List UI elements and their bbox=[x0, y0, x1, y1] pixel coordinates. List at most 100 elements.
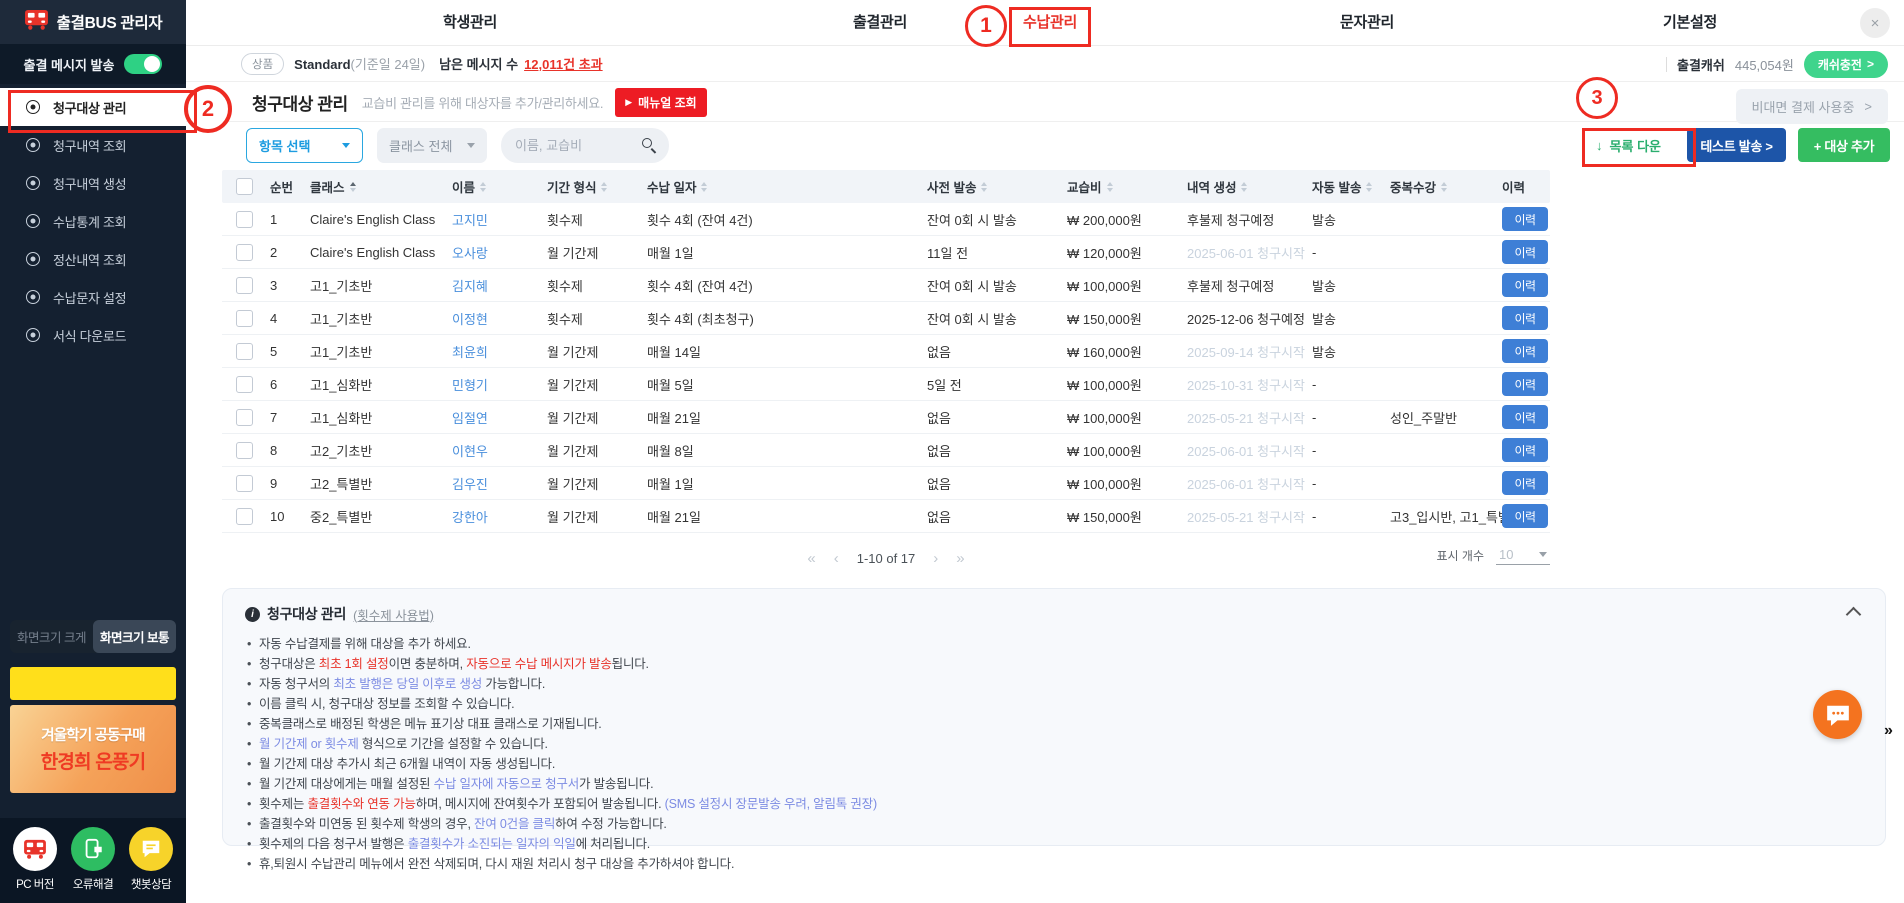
sort-arrows-icon[interactable] bbox=[1366, 182, 1372, 192]
history-button[interactable]: 이력 bbox=[1502, 207, 1548, 231]
info-title-row: i 청구대상 관리 (횟수제 사용법) bbox=[245, 604, 1863, 624]
table-row: 3고1_기초반김지혜횟수제횟수 4회 (잔여 4건)잔여 0회 시 발송₩ 10… bbox=[222, 269, 1550, 302]
col-header-label[interactable]: 자동 발송 bbox=[1312, 177, 1361, 196]
close-icon[interactable]: × bbox=[1860, 8, 1890, 38]
footer-item-bot[interactable]: 챗봇상담 bbox=[128, 827, 174, 903]
phone-error-icon bbox=[71, 827, 115, 871]
cell-value[interactable]: 임절연 bbox=[452, 408, 488, 427]
cell-value[interactable]: 김우진 bbox=[452, 474, 488, 493]
history-button[interactable]: 이력 bbox=[1502, 273, 1548, 297]
cell-gen: 2025-10-31 청구시작 bbox=[1187, 375, 1312, 394]
cell-value[interactable]: 강한아 bbox=[452, 507, 488, 526]
corner-collapse-icon[interactable]: » bbox=[1884, 722, 1893, 740]
sidebar-item-settlement[interactable]: 정산내역 조회 bbox=[0, 240, 186, 278]
select-all-checkbox[interactable] bbox=[236, 178, 253, 195]
chevron-down-icon bbox=[1539, 552, 1547, 557]
row-checkbox[interactable] bbox=[236, 211, 253, 228]
last-page-icon[interactable]: » bbox=[956, 551, 964, 566]
list-download-button[interactable]: ↓목록 다운 bbox=[1582, 128, 1675, 162]
search-icon[interactable] bbox=[642, 138, 657, 153]
col-header-label[interactable]: 내역 생성 bbox=[1187, 177, 1236, 196]
col-header-label[interactable]: 중복수강 bbox=[1390, 177, 1436, 196]
sidebar-item-payment-sms[interactable]: 수납문자 설정 bbox=[0, 278, 186, 316]
footer-item-pc[interactable]: PC 버전 bbox=[12, 827, 58, 903]
cash-charge-button[interactable]: 캐쉬충전> bbox=[1804, 51, 1888, 78]
row-checkbox[interactable] bbox=[236, 376, 253, 393]
first-page-icon[interactable]: « bbox=[807, 551, 815, 566]
cell-gen: 2025-06-01 청구시작 bbox=[1187, 441, 1312, 460]
row-checkbox[interactable] bbox=[236, 442, 253, 459]
chevron-down-icon bbox=[342, 143, 350, 148]
row-checkbox[interactable] bbox=[236, 277, 253, 294]
screen-size-large-button[interactable]: 화면크기 크게 bbox=[10, 620, 93, 653]
col-header-label[interactable]: 클래스 bbox=[310, 177, 345, 196]
col-header-label[interactable]: 교습비 bbox=[1067, 177, 1102, 196]
sort-arrows-icon[interactable] bbox=[601, 182, 607, 192]
col-header-label[interactable]: 기간 형식 bbox=[547, 177, 596, 196]
history-button[interactable]: 이력 bbox=[1502, 504, 1548, 528]
tab-attendance[interactable]: 출결관리 bbox=[853, 0, 907, 45]
cell-value[interactable]: 민형기 bbox=[452, 375, 488, 394]
row-checkbox[interactable] bbox=[236, 343, 253, 360]
cell-hist: 이력 bbox=[1502, 405, 1550, 429]
cell-value[interactable]: 오사랑 bbox=[452, 243, 488, 262]
next-page-icon[interactable]: › bbox=[933, 551, 938, 566]
cell-hist: 이력 bbox=[1502, 273, 1550, 297]
row-checkbox[interactable] bbox=[236, 310, 253, 327]
history-button[interactable]: 이력 bbox=[1502, 471, 1548, 495]
tab-payment[interactable]: 수납관리 bbox=[1023, 0, 1077, 45]
col-header-label[interactable]: 이름 bbox=[452, 177, 475, 196]
yellow-banner[interactable] bbox=[10, 667, 176, 700]
sort-arrows-icon[interactable] bbox=[1441, 182, 1447, 192]
tab-sms[interactable]: 문자관리 bbox=[1340, 0, 1394, 45]
remaining-message-value[interactable]: 12,011건 초과 bbox=[524, 54, 603, 73]
sidebar-item-billing-create[interactable]: 청구내역 생성 bbox=[0, 164, 186, 202]
field-select-dropdown[interactable]: 항목 선택 bbox=[246, 128, 363, 163]
sort-arrows-icon[interactable] bbox=[1107, 182, 1113, 192]
tab-students[interactable]: 학생관리 bbox=[443, 0, 497, 45]
cell-value[interactable]: 고지민 bbox=[452, 210, 488, 229]
history-button[interactable]: 이력 bbox=[1502, 240, 1548, 264]
row-checkbox[interactable] bbox=[236, 409, 253, 426]
history-button[interactable]: 이력 bbox=[1502, 339, 1548, 363]
manual-button[interactable]: ▶매뉴얼 조회 bbox=[615, 88, 706, 117]
chat-fab-button[interactable] bbox=[1813, 690, 1862, 739]
prev-page-icon[interactable]: ‹ bbox=[834, 551, 839, 566]
usage-guide-link[interactable]: (횟수제 사용법) bbox=[353, 605, 434, 624]
col-header-label[interactable]: 수납 일자 bbox=[647, 177, 696, 196]
sidebar-item-billing-history[interactable]: 청구내역 조회 bbox=[0, 126, 186, 164]
sort-arrows-icon[interactable] bbox=[981, 182, 987, 192]
sidebar-item-billing-targets[interactable]: 청구대상 관리 bbox=[0, 88, 186, 126]
message-send-toggle[interactable] bbox=[124, 54, 162, 74]
cell-value[interactable]: 김지혜 bbox=[452, 276, 488, 295]
sort-arrows-icon[interactable] bbox=[480, 182, 486, 192]
history-button[interactable]: 이력 bbox=[1502, 306, 1548, 330]
sort-arrows-icon[interactable] bbox=[701, 182, 707, 192]
test-send-button[interactable]: 테스트 발송 > bbox=[1687, 128, 1786, 162]
sort-arrows-icon[interactable] bbox=[1241, 182, 1247, 192]
screen-size-normal-button[interactable]: 화면크기 보통 bbox=[93, 620, 176, 653]
sidebar-item-form-download[interactable]: 서식 다운로드 bbox=[0, 316, 186, 354]
history-button[interactable]: 이력 bbox=[1502, 372, 1548, 396]
history-button[interactable]: 이력 bbox=[1502, 438, 1548, 462]
cell-value[interactable]: 이정현 bbox=[452, 309, 488, 328]
row-checkbox[interactable] bbox=[236, 508, 253, 525]
cell-value[interactable]: 최윤희 bbox=[452, 342, 488, 361]
history-button[interactable]: 이력 bbox=[1502, 405, 1548, 429]
col-header-label[interactable]: 사전 발송 bbox=[927, 177, 976, 196]
contactless-payment-button[interactable]: 비대면 결제 사용중> bbox=[1736, 89, 1889, 124]
info-bullet: 청구대상은 최초 1회 설정이면 충분하며, 자동으로 수납 메시지가 발송됩니… bbox=[247, 654, 1863, 674]
search-input[interactable] bbox=[513, 137, 634, 154]
footer-item-err[interactable]: 오류해결 bbox=[70, 827, 116, 903]
tab-settings[interactable]: 기본설정 bbox=[1663, 0, 1717, 45]
row-checkbox[interactable] bbox=[236, 475, 253, 492]
sort-arrows-icon[interactable] bbox=[350, 182, 356, 192]
ad-banner[interactable]: 겨울학기 공동구매 한경희 온풍기 bbox=[10, 705, 176, 793]
cell-value[interactable]: 이현우 bbox=[452, 441, 488, 460]
add-target-button[interactable]: + 대상 추가 bbox=[1798, 128, 1890, 162]
class-select-dropdown[interactable]: 클래스 전체 bbox=[377, 128, 487, 163]
per-page-select[interactable]: 10 bbox=[1496, 545, 1550, 565]
radio-dot-icon bbox=[26, 138, 40, 152]
sidebar-item-payment-stats[interactable]: 수납통계 조회 bbox=[0, 202, 186, 240]
row-checkbox[interactable] bbox=[236, 244, 253, 261]
